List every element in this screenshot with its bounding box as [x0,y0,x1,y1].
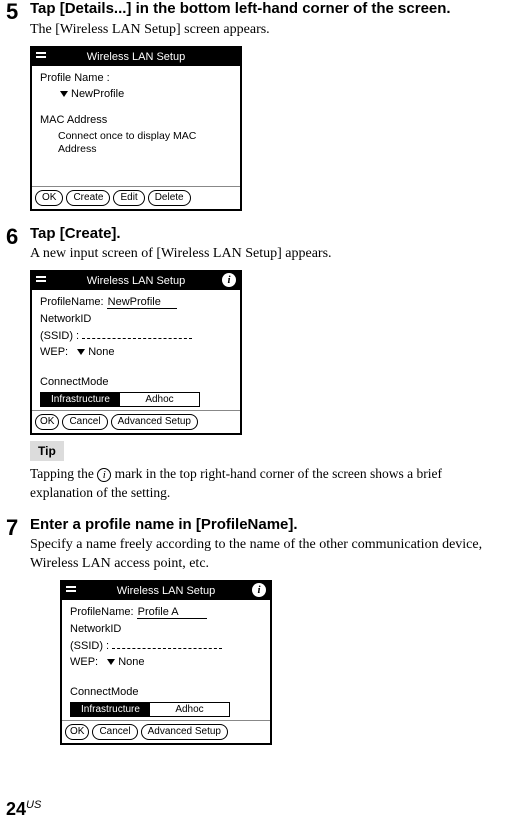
step-heading: Tap [Create]. [30,225,510,244]
wep-label: WEP: [40,346,68,358]
ssid-input[interactable] [112,639,222,649]
ssid-label: (SSID) : [70,640,109,652]
info-icon[interactable]: i [222,273,236,287]
connectmode-toggle[interactable]: Infrastructure Adhoc [70,702,230,717]
advanced-setup-button[interactable]: Advanced Setup [111,414,198,430]
wep-label: WEP: [70,656,98,668]
mode-adhoc[interactable]: Adhoc [120,393,199,406]
wep-value: None [118,656,144,668]
step-body: The [Wireless LAN Setup] screen appears. [30,21,510,40]
wep-dropdown[interactable]: None [77,346,114,358]
tip-text: Tapping the i mark in the top right-hand… [30,465,516,501]
device-titlebar: Wireless LAN Setup [32,48,240,66]
menu-icon [36,275,46,285]
device-title: Wireless LAN Setup [87,51,185,63]
device-titlebar: Wireless LAN Setup i [32,272,240,290]
device-buttonbar: OK Cancel Advanced Setup [62,720,270,743]
profile-label: ProfileName: [70,606,134,618]
ok-button[interactable]: OK [35,190,63,206]
page-suffix: US [26,799,41,811]
step-7: 7 Enter a profile name in [ProfileName].… [0,516,516,746]
networkid-label: NetworkID [70,623,262,635]
profile-input[interactable]: NewProfile [107,296,177,309]
profile-input[interactable]: Profile A [137,606,207,619]
advanced-setup-button[interactable]: Advanced Setup [141,724,228,740]
delete-button[interactable]: Delete [148,190,191,206]
mode-infrastructure[interactable]: Infrastructure [41,393,120,406]
step-5: 5 Tap [Details...] in the bottom left-ha… [0,0,516,211]
step-number: 5 [0,0,30,23]
connectmode-toggle[interactable]: Infrastructure Adhoc [40,392,200,407]
tip-text-pre: Tapping the [30,466,97,481]
create-button[interactable]: Create [66,190,110,206]
page-footer: 24US [6,799,41,820]
step-body: Specify a name freely according to the n… [30,536,510,574]
device-buttonbar: OK Cancel Advanced Setup [32,410,240,433]
connectmode-label: ConnectMode [70,686,262,698]
ssid-label: (SSID) : [40,330,79,342]
chevron-down-icon [60,91,68,97]
profile-dropdown[interactable]: NewProfile [60,88,124,100]
edit-button[interactable]: Edit [113,190,144,206]
chevron-down-icon [107,659,115,665]
ok-button[interactable]: OK [35,414,59,430]
profile-label: Profile Name : [40,72,232,84]
ok-button[interactable]: OK [65,724,89,740]
step-heading: Tap [Details...] in the bottom left-hand… [30,0,510,19]
step-6: 6 Tap [Create]. A new input screen of [W… [0,225,516,502]
step-body: A new input screen of [Wireless LAN Setu… [30,245,510,264]
mode-infrastructure[interactable]: Infrastructure [71,703,150,716]
device-title: Wireless LAN Setup [87,275,185,287]
ssid-input[interactable] [82,329,192,339]
networkid-label: NetworkID [40,313,232,325]
chevron-down-icon [77,349,85,355]
cancel-button[interactable]: Cancel [92,724,137,740]
profile-value: NewProfile [71,88,124,100]
connectmode-label: ConnectMode [40,376,232,388]
device-screenshot-b: Wireless LAN Setup i ProfileName: NewPro… [30,270,242,435]
profile-label: ProfileName: [40,296,104,308]
device-title: Wireless LAN Setup [117,585,215,597]
mode-adhoc[interactable]: Adhoc [150,703,229,716]
info-icon: i [97,468,111,482]
tip-badge: Tip [30,441,64,461]
step-heading: Enter a profile name in [ProfileName]. [30,516,510,535]
menu-icon [66,585,76,595]
wep-value: None [88,346,114,358]
step-number: 6 [0,225,30,248]
device-titlebar: Wireless LAN Setup i [62,582,270,600]
menu-icon [36,51,46,61]
mac-label: MAC Address [40,114,232,126]
mac-message: Connect once to display MAC Address [58,130,232,157]
cancel-button[interactable]: Cancel [62,414,107,430]
page-number: 24 [6,799,26,819]
device-buttonbar: OK Create Edit Delete [32,186,240,209]
device-screenshot-a: Wireless LAN Setup Profile Name : NewPro… [30,46,242,211]
step-number: 7 [0,516,30,539]
info-icon[interactable]: i [252,583,266,597]
wep-dropdown[interactable]: None [107,656,144,668]
device-screenshot-c: Wireless LAN Setup i ProfileName: Profil… [60,580,272,745]
